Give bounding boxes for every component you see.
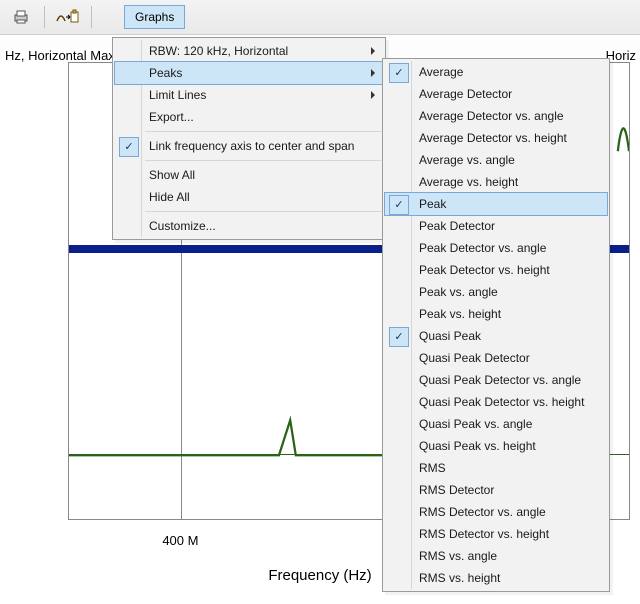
submenu-item-label: Peak Detector vs. angle bbox=[419, 241, 546, 255]
menu-separator bbox=[145, 160, 381, 161]
submenu-item[interactable]: Peak Detector vs. angle bbox=[385, 237, 607, 259]
submenu-item-label: RMS vs. angle bbox=[419, 549, 497, 563]
submenu-item[interactable]: Average Detector bbox=[385, 83, 607, 105]
chevron-right-icon bbox=[371, 47, 375, 55]
menu-item-label: Show All bbox=[149, 168, 195, 182]
chevron-right-icon bbox=[371, 91, 375, 99]
submenu-item-label: Peak vs. angle bbox=[419, 285, 498, 299]
submenu-item-label: Average Detector vs. angle bbox=[419, 109, 564, 123]
submenu-item-label: Peak bbox=[419, 197, 446, 211]
toolbar-separator bbox=[44, 6, 45, 28]
submenu-item-label: RMS Detector bbox=[419, 483, 494, 497]
submenu-item[interactable]: RMS vs. angle bbox=[385, 545, 607, 567]
submenu-item[interactable]: RMS Detector vs. height bbox=[385, 523, 607, 545]
submenu-item[interactable]: Peak vs. angle bbox=[385, 281, 607, 303]
submenu-item-label: RMS bbox=[419, 461, 446, 475]
graphs-button[interactable]: Graphs bbox=[124, 5, 185, 29]
graphs-menu: RBW: 120 kHz, Horizontal Peaks Limit Lin… bbox=[112, 37, 386, 240]
check-icon: ✓ bbox=[119, 137, 139, 157]
submenu-item-label: Quasi Peak Detector bbox=[419, 351, 530, 365]
toolbar-separator bbox=[91, 6, 92, 28]
menu-item-label: Export... bbox=[149, 110, 194, 124]
submenu-item[interactable]: Average Detector vs. angle bbox=[385, 105, 607, 127]
submenu-item[interactable]: RMS vs. height bbox=[385, 567, 607, 589]
curve-to-clipboard-icon bbox=[56, 9, 80, 25]
peaks-submenu: ✓ Average Average Detector Average Detector… bbox=[382, 58, 610, 592]
submenu-item[interactable]: Quasi Peak vs. angle bbox=[385, 413, 607, 435]
menu-item-label: RBW: 120 kHz, Horizontal bbox=[149, 44, 288, 58]
submenu-item-label: Average bbox=[419, 65, 463, 79]
submenu-item[interactable]: Peak Detector vs. height bbox=[385, 259, 607, 281]
submenu-item-label: Average vs. angle bbox=[419, 153, 515, 167]
submenu-item[interactable]: Quasi Peak vs. height bbox=[385, 435, 607, 457]
submenu-item-label: RMS Detector vs. angle bbox=[419, 505, 546, 519]
x-axis-title: Frequency (Hz) bbox=[268, 567, 371, 584]
submenu-item[interactable]: RMS bbox=[385, 457, 607, 479]
submenu-item-label: Quasi Peak vs. angle bbox=[419, 417, 532, 431]
submenu-item-label: Quasi Peak vs. height bbox=[419, 439, 536, 453]
submenu-item[interactable]: Quasi Peak Detector bbox=[385, 347, 607, 369]
menu-item-label: Customize... bbox=[149, 219, 216, 233]
chevron-right-icon bbox=[371, 69, 375, 77]
printer-icon bbox=[12, 9, 30, 25]
submenu-item-label: Peak Detector vs. height bbox=[419, 263, 550, 277]
graphs-button-label: Graphs bbox=[135, 10, 174, 24]
menu-item-rbw[interactable]: RBW: 120 kHz, Horizontal bbox=[115, 40, 383, 62]
submenu-item-label: RMS Detector vs. height bbox=[419, 527, 549, 541]
menu-separator bbox=[145, 211, 381, 212]
submenu-item[interactable]: Peak vs. height bbox=[385, 303, 607, 325]
menu-item-hide-all[interactable]: Hide All bbox=[115, 186, 383, 208]
menu-separator bbox=[145, 131, 381, 132]
submenu-item[interactable]: Average vs. angle bbox=[385, 149, 607, 171]
submenu-item[interactable]: RMS Detector bbox=[385, 479, 607, 501]
submenu-item-label: Quasi Peak Detector vs. height bbox=[419, 395, 584, 409]
menu-item-label: Link frequency axis to center and span bbox=[149, 139, 354, 153]
header-fragment-left: Hz, Horizontal Max A bbox=[3, 48, 128, 63]
menu-item-peaks[interactable]: Peaks bbox=[114, 61, 384, 85]
menu-item-export[interactable]: Export... bbox=[115, 106, 383, 128]
submenu-item[interactable]: RMS Detector vs. angle bbox=[385, 501, 607, 523]
check-icon: ✓ bbox=[389, 327, 409, 347]
submenu-item[interactable]: Quasi Peak Detector vs. height bbox=[385, 391, 607, 413]
menu-item-limit-lines[interactable]: Limit Lines bbox=[115, 84, 383, 106]
submenu-item[interactable]: Average vs. height bbox=[385, 171, 607, 193]
menu-item-link-axis[interactable]: ✓ Link frequency axis to center and span bbox=[115, 135, 383, 157]
submenu-item-label: Average Detector vs. height bbox=[419, 131, 567, 145]
menu-item-show-all[interactable]: Show All bbox=[115, 164, 383, 186]
print-button[interactable] bbox=[6, 4, 36, 30]
submenu-item[interactable]: Peak Detector bbox=[385, 215, 607, 237]
check-icon: ✓ bbox=[389, 63, 409, 83]
submenu-item-label: Peak Detector bbox=[419, 219, 495, 233]
submenu-item-label: RMS vs. height bbox=[419, 571, 500, 585]
submenu-item[interactable]: Quasi Peak Detector vs. angle bbox=[385, 369, 607, 391]
submenu-item[interactable]: Average Detector vs. height bbox=[385, 127, 607, 149]
submenu-item-label: Quasi Peak Detector vs. angle bbox=[419, 373, 581, 387]
submenu-item-label: Quasi Peak bbox=[419, 329, 481, 343]
submenu-item-label: Average vs. height bbox=[419, 175, 518, 189]
submenu-item-label: Peak vs. height bbox=[419, 307, 501, 321]
submenu-item[interactable]: ✓ Peak bbox=[384, 192, 608, 216]
menu-item-label: Limit Lines bbox=[149, 88, 206, 102]
menu-item-label: Peaks bbox=[149, 66, 182, 80]
check-icon: ✓ bbox=[389, 195, 409, 215]
x-tick-400m: 400 M bbox=[162, 533, 198, 548]
menu-item-customize[interactable]: Customize... bbox=[115, 215, 383, 237]
menu-item-label: Hide All bbox=[149, 190, 190, 204]
copy-chart-button[interactable] bbox=[53, 4, 83, 30]
toolbar: Graphs bbox=[0, 0, 640, 35]
submenu-item-label: Average Detector bbox=[419, 87, 512, 101]
submenu-item[interactable]: ✓ Quasi Peak bbox=[385, 325, 607, 347]
submenu-item[interactable]: ✓ Average bbox=[385, 61, 607, 83]
